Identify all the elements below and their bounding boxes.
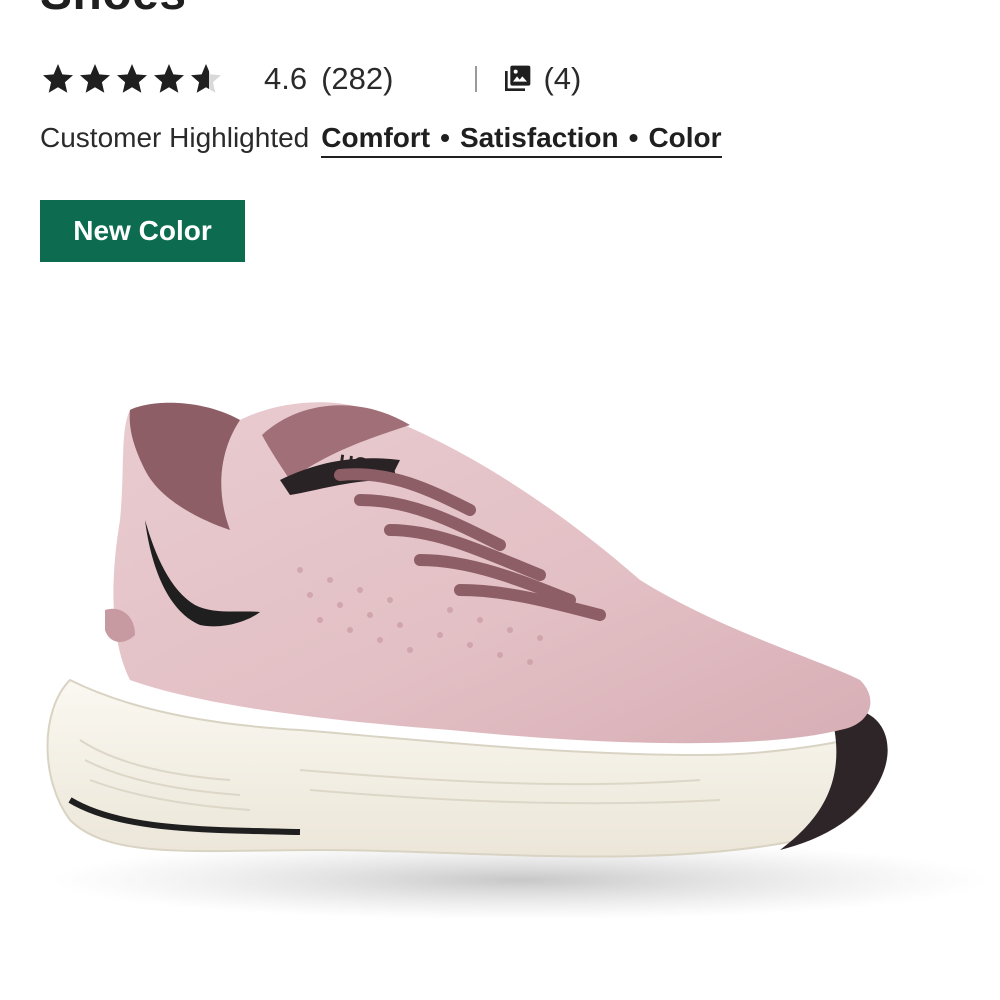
photo-gallery-icon xyxy=(505,65,531,91)
star-icon xyxy=(80,64,110,93)
highlight-separator: • xyxy=(440,122,450,153)
partial-star-icon xyxy=(191,64,221,93)
review-count[interactable]: (282) xyxy=(321,61,393,97)
customer-highlights: Customer Highlighted Comfort • Satisfactio… xyxy=(40,122,722,158)
highlight-color-link[interactable]: Color xyxy=(648,122,721,153)
star-icon xyxy=(43,64,73,93)
photos-count: (4) xyxy=(543,61,582,96)
highlight-satisfaction-link[interactable]: Satisfaction xyxy=(460,122,619,153)
rating-value: 4.6 xyxy=(264,61,308,96)
star-icon xyxy=(154,64,184,93)
star-rating[interactable] xyxy=(40,61,224,97)
product-image[interactable]: HOKA xyxy=(0,380,1000,940)
highlights-label: Customer Highlighted xyxy=(40,122,310,153)
highlight-comfort-link[interactable]: Comfort xyxy=(321,122,430,153)
customer-photos-link[interactable]: (4) xyxy=(501,61,581,97)
new-color-badge: New Color xyxy=(40,200,245,262)
star-icon xyxy=(117,64,147,93)
highlight-separator: • xyxy=(628,122,639,153)
divider xyxy=(475,66,478,92)
product-title: Shoes xyxy=(40,0,187,21)
rating-row: 4.6 (282) (4) xyxy=(40,56,581,102)
highlights-links: Comfort • Satisfaction • Color xyxy=(321,122,722,158)
